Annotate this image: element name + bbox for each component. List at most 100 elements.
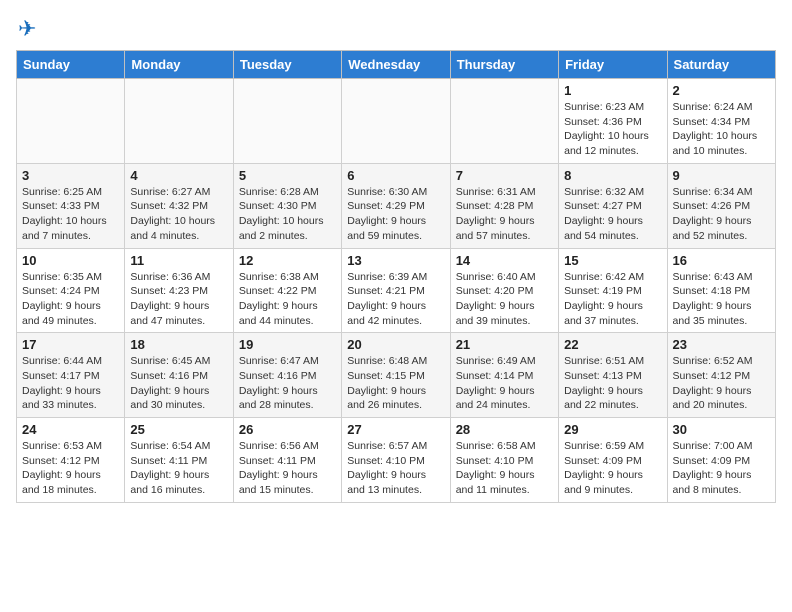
day-number: 17: [22, 337, 119, 352]
day-info: Sunrise: 6:32 AMSunset: 4:27 PMDaylight:…: [564, 185, 661, 244]
day-cell: 13Sunrise: 6:39 AMSunset: 4:21 PMDayligh…: [342, 248, 450, 333]
day-number: 27: [347, 422, 444, 437]
day-number: 22: [564, 337, 661, 352]
day-info: Sunrise: 6:48 AMSunset: 4:15 PMDaylight:…: [347, 354, 444, 413]
day-number: 8: [564, 168, 661, 183]
day-cell: 17 Sunrise: 6:44 AMSunset: 4:17 PMDayligh…: [17, 333, 125, 418]
day-number: 7: [456, 168, 553, 183]
day-number: 5: [239, 168, 336, 183]
day-info: Sunrise: 6:53 AMSunset: 4:12 PMDaylight:…: [22, 439, 119, 498]
calendar-table: SundayMondayTuesdayWednesdayThursdayFrid…: [16, 50, 776, 503]
day-info: Sunrise: 6:44 AMSunset: 4:17 PMDaylight:…: [22, 354, 119, 413]
day-info: Sunrise: 6:56 AMSunset: 4:11 PMDaylight:…: [239, 439, 336, 498]
day-cell: [450, 79, 558, 164]
day-info: Sunrise: 6:27 AMSunset: 4:32 PMDaylight:…: [130, 185, 227, 244]
day-cell: 2 Sunrise: 6:24 AMSunset: 4:34 PMDaylight…: [667, 79, 775, 164]
day-info: Sunrise: 6:52 AMSunset: 4:12 PMDaylight:…: [673, 354, 770, 413]
day-info: Sunrise: 6:45 AMSunset: 4:16 PMDaylight:…: [130, 354, 227, 413]
day-number: 24: [22, 422, 119, 437]
day-info: Sunrise: 6:35 AMSunset: 4:24 PMDaylight:…: [22, 270, 119, 329]
day-info: Sunrise: 6:58 AMSunset: 4:10 PMDaylight:…: [456, 439, 553, 498]
day-info: Sunrise: 6:39 AMSunset: 4:21 PMDaylight:…: [347, 270, 444, 329]
day-info: Sunrise: 6:25 AMSunset: 4:33 PMDaylight:…: [22, 185, 119, 244]
day-info: Sunrise: 6:24 AMSunset: 4:34 PMDaylight:…: [673, 100, 770, 159]
day-number: 15: [564, 253, 661, 268]
day-info: Sunrise: 6:43 AMSunset: 4:18 PMDaylight:…: [673, 270, 770, 329]
day-number: 6: [347, 168, 444, 183]
day-info: Sunrise: 6:31 AMSunset: 4:28 PMDaylight:…: [456, 185, 553, 244]
week-row-2: 3 Sunrise: 6:25 AMSunset: 4:33 PMDaylight…: [17, 163, 776, 248]
day-cell: 7 Sunrise: 6:31 AMSunset: 4:28 PMDaylight…: [450, 163, 558, 248]
week-row-4: 17 Sunrise: 6:44 AMSunset: 4:17 PMDayligh…: [17, 333, 776, 418]
day-info: Sunrise: 6:23 AMSunset: 4:36 PMDaylight:…: [564, 100, 661, 159]
day-cell: 15 Sunrise: 6:42 AMSunset: 4:19 PMDayligh…: [559, 248, 667, 333]
day-cell: 12 Sunrise: 6:38 AMSunset: 4:22 PMDayligh…: [233, 248, 341, 333]
day-cell: [17, 79, 125, 164]
day-info: Sunrise: 6:42 AMSunset: 4:19 PMDaylight:…: [564, 270, 661, 329]
day-number: 23: [673, 337, 770, 352]
day-number: 30: [673, 422, 770, 437]
day-cell: 22 Sunrise: 6:51 AMSunset: 4:13 PMDayligh…: [559, 333, 667, 418]
day-cell: 25Sunrise: 6:54 AMSunset: 4:11 PMDayligh…: [125, 418, 233, 503]
day-cell: [342, 79, 450, 164]
day-cell: 21 Sunrise: 6:49 AMSunset: 4:14 PMDayligh…: [450, 333, 558, 418]
week-row-1: 1 Sunrise: 6:23 AMSunset: 4:36 PMDaylight…: [17, 79, 776, 164]
day-cell: 27 Sunrise: 6:57 AMSunset: 4:10 PMDayligh…: [342, 418, 450, 503]
week-row-3: 10 Sunrise: 6:35 AMSunset: 4:24 PMDayligh…: [17, 248, 776, 333]
day-cell: 11 Sunrise: 6:36 AMSunset: 4:23 PMDayligh…: [125, 248, 233, 333]
day-cell: [233, 79, 341, 164]
day-number: 18: [130, 337, 227, 352]
day-info: Sunrise: 6:28 AMSunset: 4:30 PMDaylight:…: [239, 185, 336, 244]
day-number: 16: [673, 253, 770, 268]
day-cell: 8 Sunrise: 6:32 AMSunset: 4:27 PMDaylight…: [559, 163, 667, 248]
day-cell: 3 Sunrise: 6:25 AMSunset: 4:33 PMDaylight…: [17, 163, 125, 248]
logo: ✈: [16, 16, 36, 42]
day-number: 9: [673, 168, 770, 183]
dow-header-monday: Monday: [125, 51, 233, 79]
day-cell: 16 Sunrise: 6:43 AMSunset: 4:18 PMDayligh…: [667, 248, 775, 333]
day-number: 20: [347, 337, 444, 352]
day-cell: 1 Sunrise: 6:23 AMSunset: 4:36 PMDaylight…: [559, 79, 667, 164]
day-info: Sunrise: 6:54 AMSunset: 4:11 PMDaylight:…: [130, 439, 227, 498]
day-info: Sunrise: 6:38 AMSunset: 4:22 PMDaylight:…: [239, 270, 336, 329]
day-cell: [125, 79, 233, 164]
day-number: 19: [239, 337, 336, 352]
day-cell: 26 Sunrise: 6:56 AMSunset: 4:11 PMDayligh…: [233, 418, 341, 503]
day-cell: 19 Sunrise: 6:47 AMSunset: 4:16 PMDayligh…: [233, 333, 341, 418]
day-info: Sunrise: 6:47 AMSunset: 4:16 PMDaylight:…: [239, 354, 336, 413]
day-info: Sunrise: 6:57 AMSunset: 4:10 PMDaylight:…: [347, 439, 444, 498]
day-number: 12: [239, 253, 336, 268]
day-cell: 24 Sunrise: 6:53 AMSunset: 4:12 PMDayligh…: [17, 418, 125, 503]
day-number: 1: [564, 83, 661, 98]
dow-header-tuesday: Tuesday: [233, 51, 341, 79]
day-info: Sunrise: 6:49 AMSunset: 4:14 PMDaylight:…: [456, 354, 553, 413]
day-number: 21: [456, 337, 553, 352]
day-info: Sunrise: 6:51 AMSunset: 4:13 PMDaylight:…: [564, 354, 661, 413]
day-number: 3: [22, 168, 119, 183]
day-number: 28: [456, 422, 553, 437]
day-cell: 30Sunrise: 7:00 AMSunset: 4:09 PMDayligh…: [667, 418, 775, 503]
day-cell: 23 Sunrise: 6:52 AMSunset: 4:12 PMDayligh…: [667, 333, 775, 418]
page-header: ✈: [16, 16, 776, 42]
day-cell: 18 Sunrise: 6:45 AMSunset: 4:16 PMDayligh…: [125, 333, 233, 418]
day-number: 26: [239, 422, 336, 437]
day-number: 10: [22, 253, 119, 268]
dow-header-wednesday: Wednesday: [342, 51, 450, 79]
day-number: 11: [130, 253, 227, 268]
dow-header-saturday: Saturday: [667, 51, 775, 79]
day-cell: 14Sunrise: 6:40 AMSunset: 4:20 PMDayligh…: [450, 248, 558, 333]
day-info: Sunrise: 6:36 AMSunset: 4:23 PMDaylight:…: [130, 270, 227, 329]
day-number: 14: [456, 253, 553, 268]
day-cell: 29Sunrise: 6:59 AMSunset: 4:09 PMDayligh…: [559, 418, 667, 503]
day-cell: 20 Sunrise: 6:48 AMSunset: 4:15 PMDayligh…: [342, 333, 450, 418]
day-number: 2: [673, 83, 770, 98]
day-cell: 5 Sunrise: 6:28 AMSunset: 4:30 PMDaylight…: [233, 163, 341, 248]
logo-bird-icon: ✈: [18, 16, 36, 42]
day-cell: 6 Sunrise: 6:30 AMSunset: 4:29 PMDaylight…: [342, 163, 450, 248]
day-info: Sunrise: 6:30 AMSunset: 4:29 PMDaylight:…: [347, 185, 444, 244]
day-info: Sunrise: 6:34 AMSunset: 4:26 PMDaylight:…: [673, 185, 770, 244]
dow-header-thursday: Thursday: [450, 51, 558, 79]
dow-header-friday: Friday: [559, 51, 667, 79]
calendar-body: 1 Sunrise: 6:23 AMSunset: 4:36 PMDaylight…: [17, 79, 776, 503]
day-cell: 28 Sunrise: 6:58 AMSunset: 4:10 PMDayligh…: [450, 418, 558, 503]
